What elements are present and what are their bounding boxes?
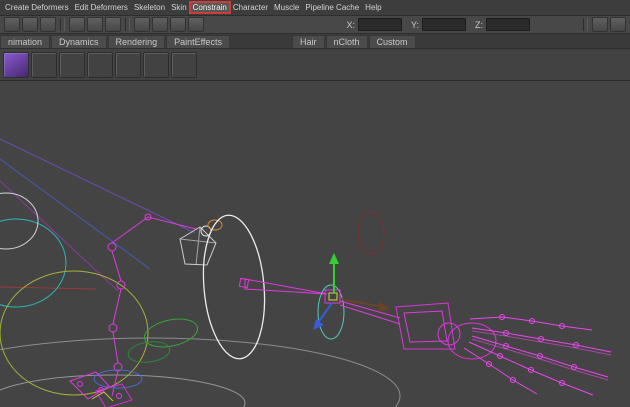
tab-custom[interactable]: Custom (369, 35, 416, 48)
y-axis-arrow (329, 253, 339, 293)
menu-constrain[interactable]: Constrain (191, 2, 229, 13)
z-label: Z: (475, 20, 483, 30)
x-coordinate-input[interactable] (358, 18, 402, 31)
shelf-icon[interactable] (3, 52, 29, 78)
shelf-tabs-right: Hair nCloth Custom (292, 35, 417, 48)
toolbar-separator (583, 18, 588, 31)
shelf-icon[interactable] (31, 52, 57, 78)
z-axis-arrow (313, 303, 332, 330)
hand-wireframe[interactable] (340, 301, 611, 395)
green-control-curve (127, 339, 171, 365)
x-axis-arrow (341, 299, 390, 312)
shelf-icon[interactable] (87, 52, 113, 78)
curve-label: c (160, 355, 165, 365)
y-coordinate-input[interactable] (422, 18, 466, 31)
tab-painteffects[interactable]: PaintEffects (166, 35, 230, 48)
shelf-icon[interactable] (171, 52, 197, 78)
z-coordinate-input[interactable] (486, 18, 530, 31)
spine-joint-chain (108, 214, 196, 396)
select-component-icon[interactable] (105, 17, 121, 32)
menu-skin[interactable]: Skin (169, 2, 189, 13)
foot-control-shapes[interactable] (70, 372, 132, 407)
scene-menu-icon[interactable] (4, 17, 20, 32)
shelf-icon[interactable] (59, 52, 85, 78)
shelf-tab-row: nimation Dynamics Rendering PaintEffects… (0, 34, 630, 49)
show-manipulator-icon[interactable] (592, 17, 608, 32)
coordinate-fields: X: Y: Z: (340, 18, 530, 31)
viewport-canvas[interactable]: c c c (0, 81, 630, 407)
arm-bone[interactable] (239, 278, 327, 294)
status-line: X: Y: Z: (0, 16, 630, 34)
menu-help[interactable]: Help (363, 2, 383, 13)
menu-skeleton[interactable]: Skeleton (132, 2, 167, 13)
shelf-icon[interactable] (115, 52, 141, 78)
snap-point-icon[interactable] (170, 17, 186, 32)
orange-joint-circle (208, 220, 222, 230)
menu-muscle[interactable]: Muscle (272, 2, 301, 13)
tab-animation[interactable]: nimation (0, 35, 50, 48)
ground-curves (0, 338, 400, 407)
tab-dynamics[interactable]: Dynamics (51, 35, 107, 48)
toolbar-separator (125, 18, 130, 31)
toolbar-separator (60, 18, 65, 31)
select-hierarchy-icon[interactable] (69, 17, 85, 32)
open-scene-icon[interactable] (40, 17, 56, 32)
select-object-icon[interactable] (87, 17, 103, 32)
menu-edit-deformers[interactable]: Edit Deformers (73, 2, 130, 13)
green-control-curve (142, 315, 200, 352)
selected-joint-box (325, 290, 340, 303)
tab-hair[interactable]: Hair (292, 35, 325, 48)
maya-window: Create Deformers Edit Deformers Skeleton… (0, 0, 630, 407)
red-control-circle[interactable] (358, 212, 384, 254)
menu-pipeline-cache[interactable]: Pipeline Cache (303, 2, 361, 13)
snap-plane-icon[interactable] (188, 17, 204, 32)
tab-rendering[interactable]: Rendering (108, 35, 166, 48)
menu-constrain-label: Constrain (193, 3, 227, 12)
y-label: Y: (411, 20, 419, 30)
snap-grid-icon[interactable] (134, 17, 150, 32)
snap-curve-icon[interactable] (152, 17, 168, 32)
x-label: X: (346, 20, 355, 30)
menu-create-deformers[interactable]: Create Deformers (3, 2, 71, 13)
viewport[interactable]: c c c (0, 81, 630, 407)
curve-label: c (154, 307, 159, 317)
left-rig-controls[interactable]: c c c (0, 139, 222, 396)
manipulator-center-box (329, 293, 337, 300)
tab-ncloth[interactable]: nCloth (326, 35, 368, 48)
shelf-icon[interactable] (143, 52, 169, 78)
sidebar-toggle-icon[interactable] (610, 17, 626, 32)
menu-character[interactable]: Character (231, 2, 270, 13)
move-manipulator[interactable] (313, 253, 390, 339)
cyan-control-circle (0, 219, 66, 307)
new-scene-icon[interactable] (22, 17, 38, 32)
menubar: Create Deformers Edit Deformers Skeleton… (0, 0, 630, 16)
shelf (0, 49, 630, 81)
